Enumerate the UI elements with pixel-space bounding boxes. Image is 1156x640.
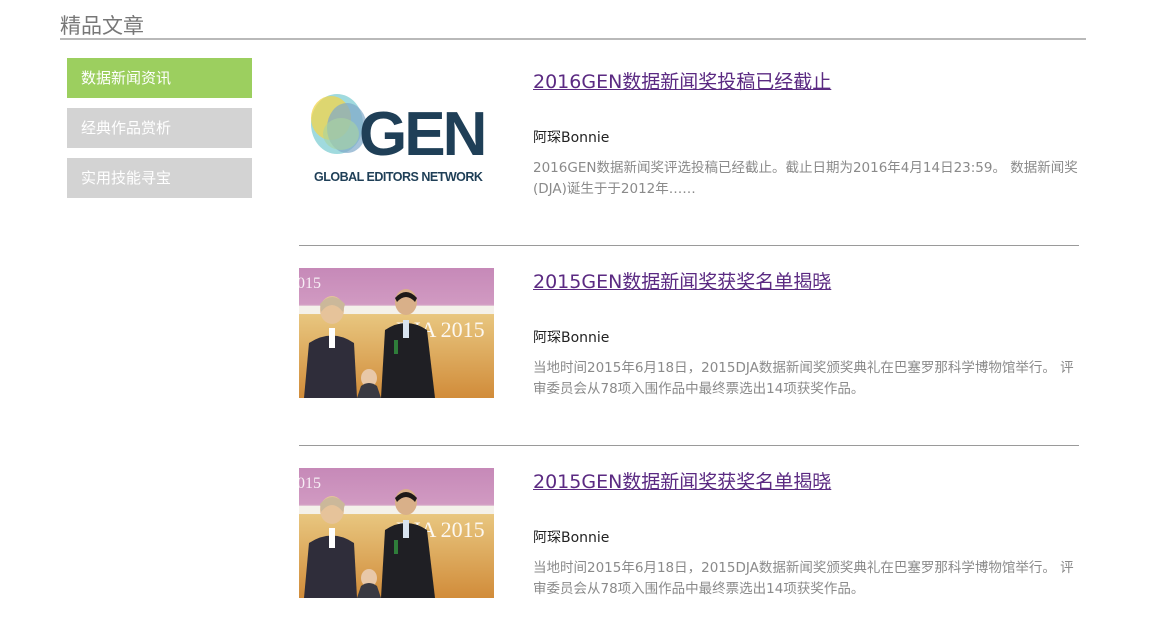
sidebar: 数据新闻资讯 经典作品赏析 实用技能寻宝: [67, 58, 252, 208]
sidebar-item-practical-skills[interactable]: 实用技能寻宝: [67, 158, 252, 198]
gen-logo-image: GEN GLOBAL EDITORS NETWORK: [299, 68, 494, 198]
svg-text:GLOBAL EDITORS NETWORK: GLOBAL EDITORS NETWORK: [314, 170, 483, 184]
article-title-link[interactable]: 2015GEN数据新闻奖获奖名单揭晓: [533, 267, 831, 294]
award-ceremony-photo: DJA 2015 015: [299, 268, 494, 398]
page-header: 精品文章: [60, 8, 1086, 40]
sidebar-item-data-news[interactable]: 数据新闻资讯: [67, 58, 252, 98]
article-author: 阿琛Bonnie: [533, 330, 610, 346]
article-author: 阿琛Bonnie: [533, 530, 610, 546]
svg-text:015: 015: [299, 475, 321, 492]
article-title-link[interactable]: 2016GEN数据新闻奖投稿已经截止: [533, 67, 831, 94]
article-summary: 当地时间2015年6月18日，2015DJA数据新闻奖颁奖典礼在巴塞罗那科学博物…: [533, 560, 1074, 597]
article-item: GEN GLOBAL EDITORS NETWORK 2016GEN数据新闻奖投…: [299, 58, 1079, 246]
article-author: 阿琛Bonnie: [533, 130, 610, 146]
article-item: DJA 2015 015 2015GEN数据新闻奖获奖名单揭晓 阿琛Bonnie…: [299, 458, 1079, 618]
svg-text:015: 015: [299, 275, 321, 292]
svg-text:GEN: GEN: [359, 100, 484, 169]
award-ceremony-photo: DJA 2015 015: [299, 468, 494, 598]
article-title-link[interactable]: 2015GEN数据新闻奖获奖名单揭晓: [533, 467, 831, 494]
sidebar-item-classic-works[interactable]: 经典作品赏析: [67, 108, 252, 148]
article-item: DJA 2015 015 2015GEN数据新闻奖获奖名单揭晓 阿琛Bonnie…: [299, 258, 1079, 446]
article-divider: [299, 245, 1079, 246]
article-divider: [299, 445, 1079, 446]
page-title: 精品文章: [60, 14, 144, 38]
article-thumbnail[interactable]: DJA 2015 015: [299, 468, 494, 598]
article-thumbnail[interactable]: GEN GLOBAL EDITORS NETWORK: [299, 68, 494, 198]
article-thumbnail[interactable]: DJA 2015 015: [299, 268, 494, 398]
article-summary: 当地时间2015年6月18日，2015DJA数据新闻奖颁奖典礼在巴塞罗那科学博物…: [533, 360, 1074, 397]
article-summary: 2016GEN数据新闻奖评选投稿已经截止。截止日期为2016年4月14日23:5…: [533, 160, 1078, 197]
